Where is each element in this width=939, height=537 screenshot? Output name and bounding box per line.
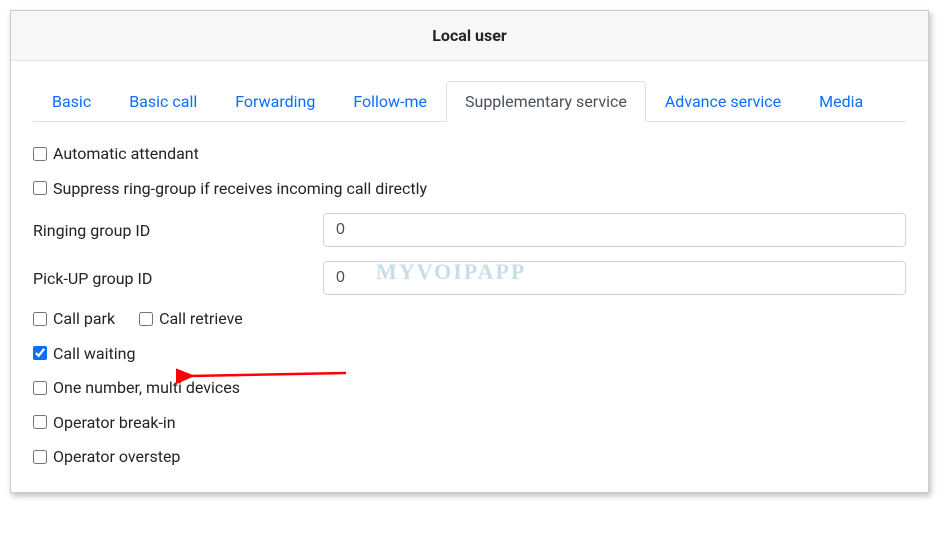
suppress-ring-group-label[interactable]: Suppress ring-group if receives incoming… [53, 179, 427, 198]
tab-basic-call[interactable]: Basic call [110, 81, 216, 122]
suppress-ring-group-checkbox[interactable] [33, 181, 47, 195]
call-park-checkbox[interactable] [33, 312, 47, 326]
call-waiting-checkbox[interactable] [33, 346, 47, 360]
operator-overstep-label[interactable]: Operator overstep [53, 447, 180, 466]
one-number-multi-label[interactable]: One number, multi devices [53, 378, 240, 397]
operator-break-in-label[interactable]: Operator break-in [53, 413, 176, 432]
local-user-panel: Local user Basic Basic call Forwarding F… [10, 10, 929, 493]
ringing-group-id-label: Ringing group ID [33, 221, 323, 240]
call-retrieve-checkbox[interactable] [139, 312, 153, 326]
tab-advance-service[interactable]: Advance service [646, 81, 800, 122]
tab-supplementary-service[interactable]: Supplementary service [446, 81, 646, 122]
panel-body: Basic Basic call Forwarding Follow-me Su… [11, 61, 928, 492]
one-number-multi-checkbox[interactable] [33, 381, 47, 395]
tab-media[interactable]: Media [800, 81, 882, 122]
operator-overstep-checkbox[interactable] [33, 450, 47, 464]
operator-break-in-checkbox[interactable] [33, 415, 47, 429]
tab-follow-me[interactable]: Follow-me [334, 81, 446, 122]
tabs-bar: Basic Basic call Forwarding Follow-me Su… [33, 81, 906, 122]
tab-basic[interactable]: Basic [33, 81, 110, 122]
automatic-attendant-label[interactable]: Automatic attendant [53, 144, 199, 163]
call-waiting-label[interactable]: Call waiting [53, 344, 135, 363]
call-park-label[interactable]: Call park [53, 309, 115, 328]
tab-forwarding[interactable]: Forwarding [216, 81, 334, 122]
pickup-group-id-label: Pick-UP group ID [33, 269, 323, 288]
ringing-group-id-input[interactable] [323, 213, 906, 247]
automatic-attendant-checkbox[interactable] [33, 147, 47, 161]
pickup-group-id-input[interactable] [323, 261, 906, 295]
call-retrieve-label[interactable]: Call retrieve [159, 309, 243, 328]
panel-title: Local user [11, 11, 928, 61]
